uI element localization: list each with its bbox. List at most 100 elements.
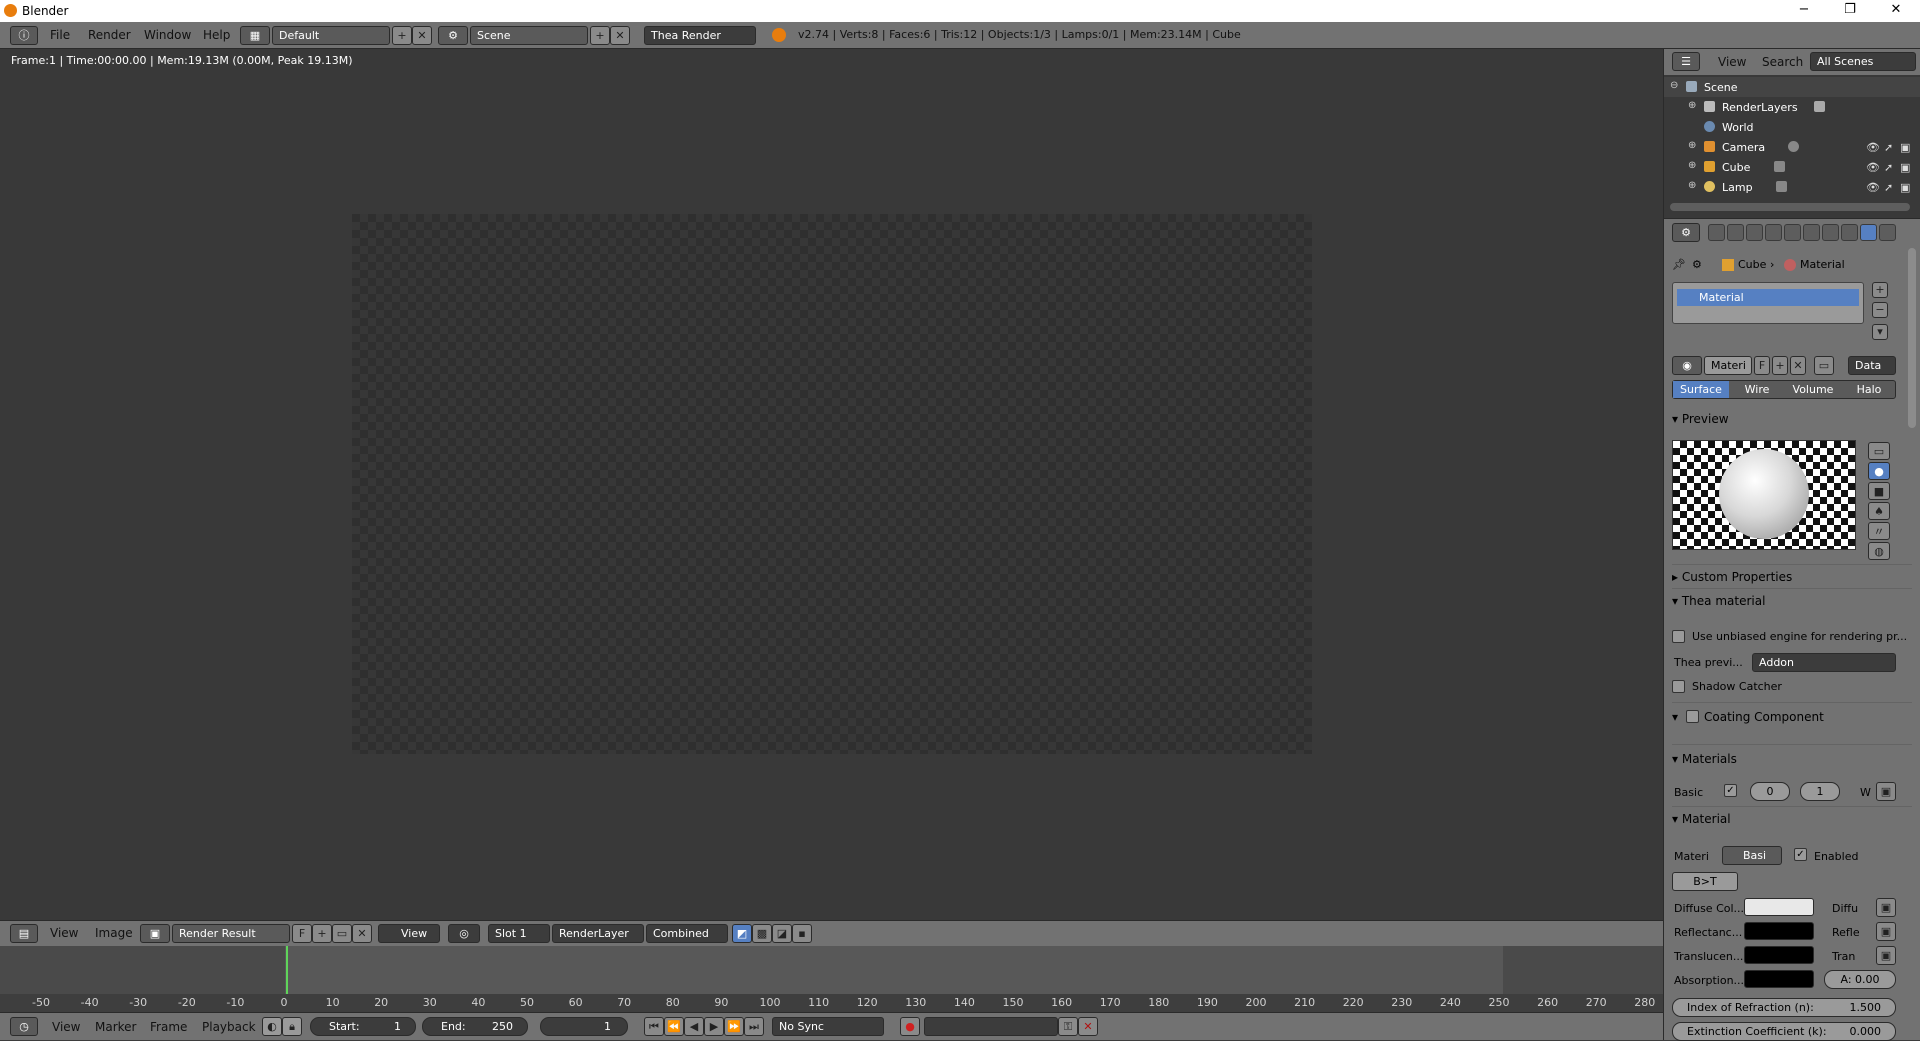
node-link-icon[interactable]: ▭ [1814, 356, 1834, 375]
display-icon[interactable]: ▪ [792, 924, 812, 943]
outliner-scrollbar[interactable] [1670, 203, 1910, 211]
draw-channels-icon[interactable]: ◩ [732, 924, 752, 943]
reflectance-color-swatch[interactable] [1744, 922, 1814, 940]
play-icon[interactable]: ▶ [704, 1017, 724, 1036]
collapse-icon[interactable]: ⊖ [1670, 80, 1678, 91]
diffuse-color-swatch[interactable] [1744, 898, 1814, 916]
minimize-button[interactable]: − [1784, 2, 1824, 20]
play-reverse-icon[interactable]: ◀ [684, 1017, 704, 1036]
basic-checkbox[interactable]: ✓ [1724, 784, 1737, 797]
remove-slot-icon[interactable]: − [1872, 302, 1888, 318]
preview-world-icon[interactable]: ◍ [1868, 542, 1890, 560]
view-select[interactable]: View [378, 924, 440, 943]
visibility-eye-icon[interactable]: 👁︎ [1866, 181, 1880, 194]
world-tab-icon[interactable] [1765, 224, 1782, 241]
editor-type-properties-icon[interactable]: ⚙ [1672, 223, 1700, 242]
timeline-ruler[interactable]: -50 -40 -30 -20 -10 0 10 20 30 40 50 60 70 80 90 100 110… [0, 994, 1663, 1012]
menu-frame[interactable]: Frame [150, 1020, 187, 1034]
texture-tab-icon[interactable] [1879, 224, 1896, 241]
thea-preview-select[interactable]: Addon [1752, 653, 1896, 672]
materials-panel-toggle[interactable]: ▾ Materials [1672, 752, 1737, 766]
render-tab-icon[interactable] [1708, 224, 1725, 241]
preview-monkey-icon[interactable]: ♠ [1868, 502, 1890, 520]
remove-layout-icon[interactable]: ✕ [412, 26, 432, 45]
slot-select[interactable]: Slot 1 [488, 924, 550, 943]
unbiased-checkbox[interactable] [1672, 630, 1685, 643]
current-frame-field[interactable]: 1 [540, 1017, 628, 1036]
link-data-select[interactable]: Data [1848, 356, 1896, 375]
absorption-value-field[interactable]: A: 0.00 [1824, 970, 1896, 989]
render-camera-icon[interactable]: ▣ [1900, 161, 1910, 174]
basic-texture-icon[interactable]: ▣ [1876, 782, 1896, 801]
properties-scrollbar[interactable] [1908, 248, 1916, 428]
custom-properties-toggle[interactable]: ▸ Custom Properties [1672, 570, 1792, 584]
remove-scene-icon[interactable]: ✕ [610, 26, 630, 45]
shadow-catcher-checkbox[interactable] [1672, 680, 1685, 693]
thea-panel-toggle[interactable]: ▾ Thea material [1672, 594, 1765, 608]
jump-start-icon[interactable]: ⏮ [644, 1017, 664, 1036]
select-cursor-icon[interactable]: ➚ [1884, 181, 1893, 194]
new-image-icon[interactable]: + [312, 924, 332, 943]
enabled-checkbox[interactable]: ✓ [1794, 848, 1807, 861]
scene-icon[interactable]: ⚙ [438, 26, 468, 45]
outliner-menu-view[interactable]: View [1718, 55, 1746, 69]
object-tab-icon[interactable] [1784, 224, 1801, 241]
jump-end-icon[interactable]: ⏭ [744, 1017, 764, 1036]
outliner-row-cube[interactable]: ⊕ Cube 👁︎ ➚ ▣ [1664, 157, 1920, 177]
tab-halo[interactable]: Halo [1841, 381, 1897, 398]
menu-window[interactable]: Window [144, 28, 191, 42]
visibility-eye-icon[interactable]: 👁︎ [1866, 161, 1880, 174]
fake-user-button[interactable]: F [292, 924, 312, 943]
record-icon[interactable]: ● [900, 1017, 920, 1036]
preview-panel-toggle[interactable]: ▾ Preview [1672, 412, 1729, 426]
diffuse-texture-icon[interactable]: ▣ [1876, 898, 1896, 917]
open-image-icon[interactable]: ▭ [332, 924, 352, 943]
menu-render[interactable]: Render [88, 28, 131, 42]
material-slot-item[interactable]: Material [1677, 289, 1859, 306]
preview-range-icon[interactable]: ◐ [262, 1017, 282, 1036]
scene-tab-icon[interactable] [1746, 224, 1763, 241]
menu-playback[interactable]: Playback [202, 1020, 256, 1034]
material-panel-toggle[interactable]: ▾ Material [1672, 812, 1731, 826]
tab-wire[interactable]: Wire [1729, 381, 1785, 398]
menu-marker[interactable]: Marker [95, 1020, 136, 1034]
bt-button[interactable]: B>T [1672, 872, 1738, 891]
maximize-button[interactable]: ❐ [1830, 2, 1870, 20]
outliner-menu-search[interactable]: Search [1762, 55, 1803, 69]
preview-cube-icon[interactable]: ■ [1868, 482, 1890, 500]
modifiers-tab-icon[interactable] [1822, 224, 1839, 241]
visibility-eye-icon[interactable]: 👁︎ [1866, 141, 1880, 154]
editor-type-outliner-icon[interactable]: ☰ [1672, 52, 1700, 71]
add-slot-icon[interactable]: + [1872, 282, 1888, 298]
delete-keyframe-icon[interactable]: ✕ [1078, 1017, 1098, 1036]
data-tab-icon[interactable] [1841, 224, 1858, 241]
render-result-canvas[interactable] [352, 214, 1312, 754]
image-name-field[interactable]: Render Result [172, 924, 290, 943]
keying-set-field[interactable] [924, 1017, 1058, 1036]
preview-sphere-icon[interactable]: ● [1868, 462, 1890, 480]
outliner-row-renderlayers[interactable]: ⊕ RenderLayers [1664, 97, 1920, 117]
slot-menu-icon[interactable]: ▾ [1872, 324, 1888, 340]
alpha-icon[interactable]: ▩ [752, 924, 772, 943]
start-frame-field[interactable]: Start: 1 [310, 1017, 416, 1036]
menu-help[interactable]: Help [203, 28, 230, 42]
translucency-color-swatch[interactable] [1744, 946, 1814, 964]
render-camera-icon[interactable]: ▣ [1900, 181, 1910, 194]
material-browse-icon[interactable]: ◉ [1672, 356, 1702, 375]
select-cursor-icon[interactable]: ➚ [1884, 141, 1893, 154]
menu-image[interactable]: Image [95, 926, 133, 940]
unlink-image-icon[interactable]: ✕ [352, 924, 372, 943]
menu-view-timeline[interactable]: View [52, 1020, 80, 1034]
unlink-material-icon[interactable]: ✕ [1790, 356, 1806, 375]
add-layout-icon[interactable]: + [392, 26, 412, 45]
close-window-button[interactable]: ✕ [1876, 2, 1916, 20]
outliner-row-scene[interactable]: ⊖ Scene [1664, 77, 1920, 97]
outliner-row-world[interactable]: World [1664, 117, 1920, 137]
constraints-tab-icon[interactable] [1803, 224, 1820, 241]
extinction-field[interactable]: Extinction Coefficient (k): 0.000 [1672, 1022, 1896, 1041]
outliner-row-lamp[interactable]: ⊕ Lamp 👁︎ ➚ ▣ [1664, 177, 1920, 197]
screen-layout-field[interactable]: Default [272, 26, 390, 45]
basic-value-2[interactable]: 1 [1800, 782, 1840, 801]
preview-hair-icon[interactable]: 〃 [1868, 522, 1890, 540]
menu-file[interactable]: File [50, 28, 70, 42]
